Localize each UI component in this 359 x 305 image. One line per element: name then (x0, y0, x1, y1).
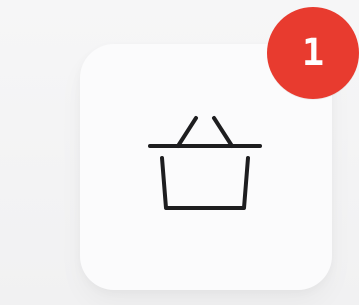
cart-count: 1 (301, 30, 325, 74)
basket-icon (148, 116, 262, 210)
cart-count-badge: 1 (267, 7, 359, 99)
cart-widget: 1 (0, 0, 359, 305)
